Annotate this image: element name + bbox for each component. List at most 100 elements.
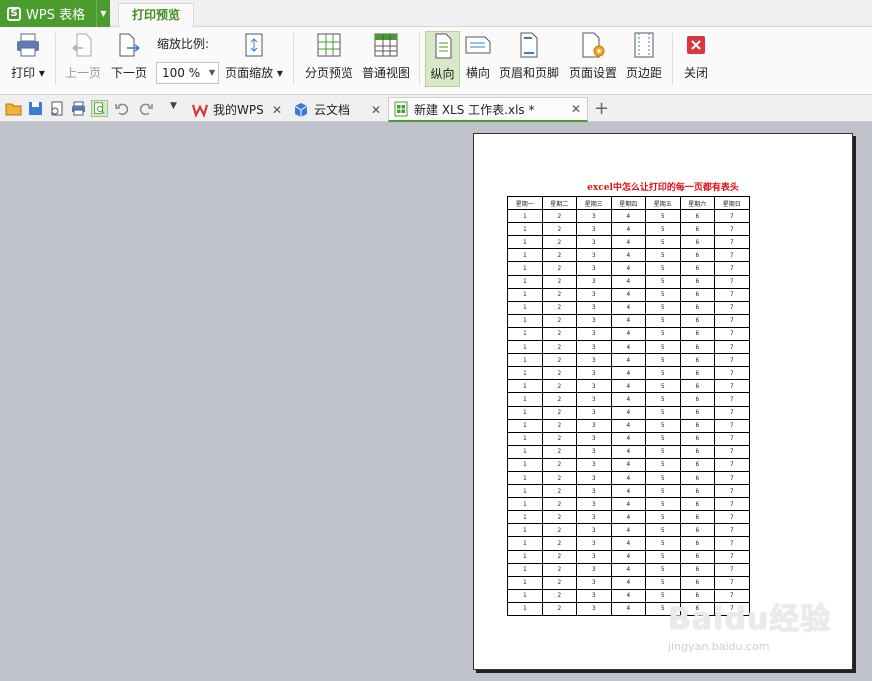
print-button[interactable]: 打印 ▾ (8, 31, 48, 87)
table-cell: 7 (714, 405, 750, 420)
table-cell: 6 (679, 510, 715, 525)
divider (293, 33, 294, 85)
app-menu-button[interactable]: S WPS 表格 ▼ (0, 0, 110, 27)
page-setup-button[interactable]: 页面设置 (566, 31, 620, 87)
table-cell: 1 (507, 379, 543, 394)
table-row: 1234567 (507, 523, 750, 538)
chevron-down-icon[interactable]: ▼ (96, 0, 110, 27)
table-cell: 7 (714, 549, 750, 564)
table-cell: 5 (645, 470, 681, 486)
normal-view-grid-icon (374, 33, 398, 57)
table-cell: 2 (541, 353, 577, 368)
table-cell: 7 (714, 235, 750, 250)
page-zoom-icon (245, 33, 263, 57)
table-cell: 4 (610, 562, 646, 577)
table-cell: 2 (541, 510, 577, 525)
save-icon[interactable] (27, 100, 44, 117)
table-cell: 4 (610, 588, 646, 603)
tab-print-preview[interactable]: 打印预览 (118, 3, 194, 28)
table-cell: 5 (645, 497, 681, 512)
next-page-label: 下一页 (110, 66, 147, 80)
table-cell: 6 (679, 340, 715, 355)
margins-button[interactable]: 页边距 (624, 31, 664, 87)
table-cell: 5 (645, 484, 681, 499)
header-footer-icon (520, 32, 538, 58)
table-cell: 2 (541, 588, 577, 603)
table-cell: 5 (645, 222, 681, 237)
divider (55, 33, 56, 85)
zoom-label: 缩放比例: (157, 37, 210, 51)
printer-icon[interactable] (70, 100, 87, 117)
chevron-down-icon[interactable]: ▼ (209, 63, 215, 83)
open-folder-icon[interactable] (5, 100, 22, 117)
table-cell: 4 (610, 300, 646, 315)
table-row: 1234567 (507, 549, 750, 564)
table-cell: 2 (541, 248, 577, 263)
close-preview-button[interactable]: 关闭 (680, 31, 712, 87)
export-icon[interactable] (49, 100, 66, 117)
landscape-button[interactable]: 横向 (462, 31, 494, 87)
normal-view-button[interactable]: 普通视图 (360, 31, 412, 87)
divider (672, 33, 673, 85)
table-cell: 6 (679, 418, 715, 433)
table-row: 1234567 (507, 274, 750, 289)
table-cell: 2 (541, 444, 577, 459)
table-cell: 6 (679, 209, 715, 224)
page-setup-gear-icon (582, 32, 605, 58)
portrait-button[interactable]: 纵向 (425, 31, 460, 87)
close-icon[interactable]: ✕ (371, 103, 381, 117)
table-header-row: 星期一 星期二 星期三 星期四 星期五 星期六 星期日 (507, 195, 750, 211)
chevron-down-icon[interactable]: ▼ (170, 101, 177, 111)
table-row: 1234567 (507, 457, 750, 472)
zoom-select[interactable]: 100 % ▼ (156, 62, 219, 84)
doc-tab-xls-sheet[interactable]: 新建 XLS 工作表.xls * ✕ (388, 97, 588, 122)
doc-tab-cloud-docs[interactable]: 云文档 ✕ (289, 97, 387, 122)
next-page-button[interactable]: 下一页 (109, 31, 149, 87)
print-preview-page: excel中怎么让打印的每一页都有表头 星期一 星期二 星期三 星期四 星期五 星期六 星期… (473, 133, 853, 670)
table-cell: 5 (645, 353, 681, 368)
column-header: 星期四 (610, 195, 646, 211)
doc-tab-my-wps[interactable]: 我的WPS ✕ (188, 97, 288, 122)
table-cell: 4 (610, 287, 646, 302)
table-cell: 3 (576, 222, 612, 237)
table-cell: 6 (679, 222, 715, 237)
table-cell: 4 (610, 313, 646, 328)
table-cell: 1 (507, 248, 543, 263)
table-cell: 4 (610, 248, 646, 263)
page-break-preview-button[interactable]: 分页预览 (302, 31, 356, 87)
table-row: 1234567 (507, 261, 750, 276)
prev-page-button[interactable]: 上一页 (63, 31, 103, 87)
doc-tab-label: 新建 XLS 工作表.xls * (414, 102, 535, 117)
table-cell: 4 (610, 470, 646, 486)
close-label: 关闭 (683, 66, 708, 80)
title-tab-bar: S WPS 表格 ▼ 打印预览 (0, 0, 872, 28)
table-cell: 1 (507, 209, 543, 224)
table-cell: 4 (610, 510, 646, 525)
table-cell: 7 (714, 510, 750, 525)
table-row: 1234567 (507, 418, 750, 433)
table-cell: 5 (645, 300, 681, 315)
close-icon[interactable]: ✕ (272, 103, 282, 117)
print-preview-icon[interactable] (91, 100, 108, 117)
redo-icon[interactable] (137, 100, 154, 117)
table-cell: 6 (679, 235, 715, 250)
table-cell: 6 (679, 353, 715, 368)
table-row: 1234567 (507, 444, 750, 459)
new-tab-plus-icon[interactable]: + (594, 98, 609, 119)
table-row: 1234567 (507, 248, 750, 263)
table-cell: 6 (679, 313, 715, 328)
table-cell: 2 (541, 261, 577, 276)
undo-icon[interactable] (114, 100, 131, 117)
quick-access-bar: ▼ 我的WPS ✕ 云文档 ✕ 新建 XLS 工作表.xls * ✕ + (0, 95, 872, 122)
table-cell: 4 (610, 457, 646, 472)
table-cell: 5 (645, 431, 681, 446)
page-zoom-label: 页面缩放 ▾ (225, 66, 283, 80)
table-cell: 7 (714, 431, 750, 446)
table-cell: 2 (541, 340, 577, 355)
header-footer-button[interactable]: 页眉和页脚 (498, 31, 560, 87)
prev-page-label: 上一页 (64, 66, 101, 80)
page-zoom-button[interactable]: 页面缩放 ▾ (224, 31, 284, 87)
close-icon[interactable]: ✕ (571, 102, 581, 116)
table-cell: 6 (679, 287, 715, 302)
table-cell: 1 (507, 313, 543, 328)
